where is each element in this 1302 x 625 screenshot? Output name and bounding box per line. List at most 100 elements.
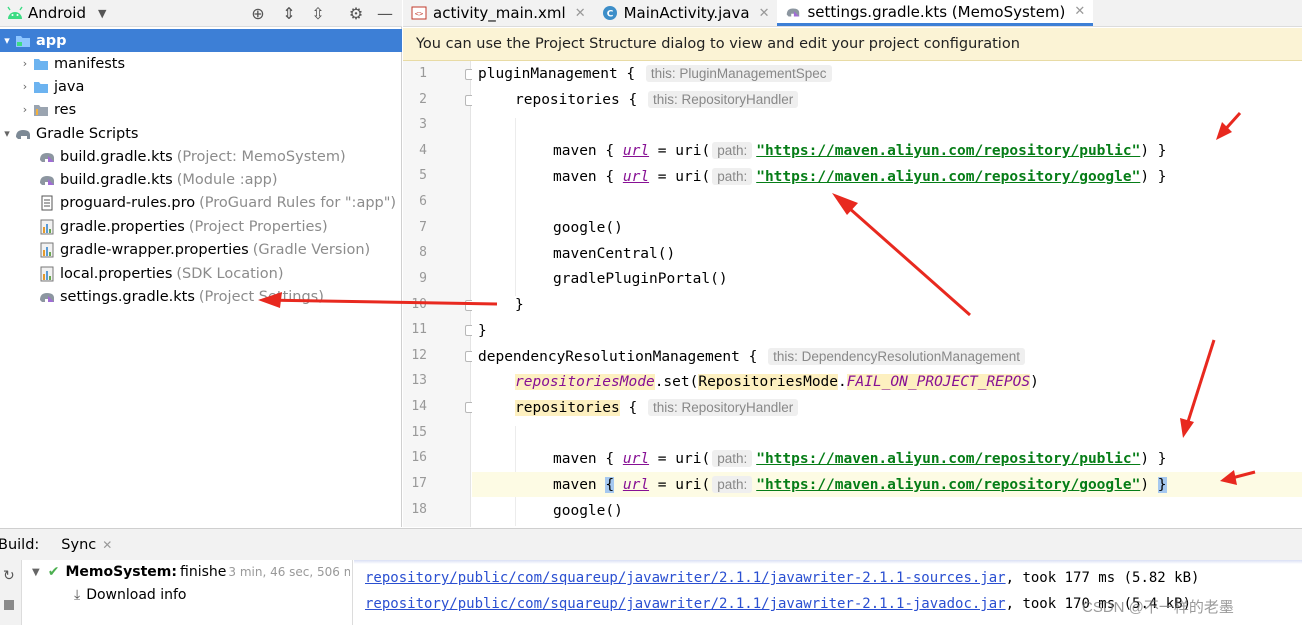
tree-item-label: java xyxy=(54,78,85,95)
code-line-1[interactable]: pluginManagement { this: PluginManagemen… xyxy=(472,61,1302,86)
log-link[interactable]: repository/public/com/squareup/javawrite… xyxy=(365,596,1006,612)
code-line-16[interactable]: maven { url = uri(path: "https://maven.al… xyxy=(472,446,1302,471)
chevron-down-icon[interactable]: ▼ xyxy=(98,7,106,20)
code-token: google() xyxy=(553,219,623,236)
code-line-2[interactable]: repositories { this: RepositoryHandler xyxy=(472,87,1302,112)
tree-item-hint: (Project Properties) xyxy=(188,218,328,235)
chevron-down-icon[interactable]: ▾ xyxy=(0,127,14,140)
tree-item-label: gradle-wrapper.properties xyxy=(60,241,249,258)
tab-activity-main-xml[interactable]: <> activity_main.xml ✕ xyxy=(403,0,594,26)
build-child-row[interactable]: ⤓ Download info xyxy=(74,587,187,603)
xml-file-icon: <> xyxy=(411,5,427,21)
inlay-hint: this: PluginManagementSpec xyxy=(645,65,832,82)
code-line-9[interactable]: gradlePluginPortal() xyxy=(472,266,1302,291)
code-token: uri( xyxy=(675,450,711,467)
line-number: 8 xyxy=(419,245,427,260)
code-line-13[interactable]: repositoriesMode .set(RepositoriesMode. FA… xyxy=(472,369,1302,394)
chevron-down-icon[interactable]: ▾ xyxy=(0,34,14,47)
line-number: 13 xyxy=(411,373,427,388)
code-line-18[interactable]: google() xyxy=(472,498,1302,523)
code-token: url xyxy=(622,142,650,159)
code-token: ) } xyxy=(1140,168,1167,185)
line-number: 12 xyxy=(411,348,427,363)
tree-item-java[interactable]: › java xyxy=(0,75,402,98)
code-token: ) xyxy=(1140,476,1158,493)
tree-item-proguard-rules[interactable]: proguard-rules.pro (ProGuard Rules for "… xyxy=(0,191,402,214)
build-tab-bar: Build: Sync ✕ xyxy=(0,529,1302,560)
line-number: 9 xyxy=(419,271,427,286)
module-folder-icon xyxy=(14,33,32,49)
tree-item-build-gradle-module[interactable]: build.gradle.kts (Module :app) xyxy=(0,168,402,191)
code-token: repositories xyxy=(515,91,620,108)
folder-icon xyxy=(32,79,50,95)
code-token: maven xyxy=(553,450,597,467)
editor-tab-bar: <> activity_main.xml ✕ C MainActivity.ja… xyxy=(403,0,1302,27)
gradle-kts-icon xyxy=(38,289,56,305)
close-icon[interactable]: ✕ xyxy=(1074,4,1085,19)
code-line-4[interactable]: maven { url = uri(path: "https://maven.al… xyxy=(472,138,1302,163)
tree-item-res[interactable]: › res xyxy=(0,98,402,121)
gear-icon[interactable]: ⚙ xyxy=(345,2,367,24)
build-log[interactable]: repository/public/com/squareup/javawrite… xyxy=(354,560,1302,625)
tab-settings-gradle-kts[interactable]: settings.gradle.kts (MemoSystem) ✕ xyxy=(777,0,1094,26)
project-view-selector[interactable]: Android xyxy=(28,4,86,22)
line-number-gutter[interactable]: 1 2 3 4 5 6 7 8 9 10 11 12 13 14 15 16 1… xyxy=(403,61,474,527)
code-token: RepositoriesMode xyxy=(698,373,839,390)
collapse-all-icon[interactable]: ⇳ xyxy=(307,2,329,24)
minimize-icon[interactable]: — xyxy=(374,2,396,24)
code-token: { xyxy=(619,91,646,108)
code-token: gradlePluginPortal() xyxy=(553,270,728,287)
code-token: { xyxy=(605,476,615,493)
chevron-right-icon[interactable]: › xyxy=(18,57,32,70)
code-token: maven xyxy=(553,142,597,159)
code-line-17[interactable]: maven { url = uri(path: "https://maven.al… xyxy=(472,472,1302,497)
tree-item-settings-gradle[interactable]: settings.gradle.kts (Project Settings) xyxy=(0,285,402,308)
tree-item-hint: (Project Settings) xyxy=(198,288,324,305)
code-line-7[interactable]: google() xyxy=(472,215,1302,240)
banner-text: You can use the Project Structure dialog… xyxy=(416,36,1020,52)
tab-sync[interactable]: Sync xyxy=(61,537,96,553)
build-task-row[interactable]: ▼ ✔ MemoSystem: finishe 3 min, 46 sec, 5… xyxy=(32,564,350,580)
tree-item-gradle-properties[interactable]: gradle.properties (Project Properties) xyxy=(0,215,402,238)
log-link[interactable]: repository/public/com/squareup/javawrite… xyxy=(365,570,1006,586)
project-view-header: Android ▼ ⊕ ⇕ ⇳ ⚙ — xyxy=(0,0,402,27)
tree-item-manifests[interactable]: › manifests xyxy=(0,52,402,75)
chevron-right-icon[interactable]: › xyxy=(18,80,32,93)
code-token: = xyxy=(649,450,676,467)
code-editor[interactable]: pluginManagement { this: PluginManagemen… xyxy=(472,61,1302,527)
tree-item-gradle-scripts[interactable]: ▾ Gradle Scripts xyxy=(0,122,402,145)
chevron-down-icon[interactable]: ▼ xyxy=(32,567,40,578)
code-token: repositoriesMode xyxy=(515,373,655,390)
code-line-5[interactable]: maven { url = uri(path: "https://maven.al… xyxy=(472,164,1302,189)
locate-target-icon[interactable]: ⊕ xyxy=(247,2,269,24)
code-line-8[interactable]: mavenCentral() xyxy=(472,241,1302,266)
code-line-10[interactable]: } xyxy=(472,292,1302,317)
tree-item-build-gradle-project[interactable]: build.gradle.kts (Project: MemoSystem) xyxy=(0,145,402,168)
close-icon[interactable]: ✕ xyxy=(759,6,770,21)
tree-item-local-properties[interactable]: local.properties (SDK Location) xyxy=(0,262,402,285)
task-name: MemoSystem: xyxy=(65,564,177,580)
tree-item-app[interactable]: ▾ app xyxy=(0,29,402,52)
tree-item-label: manifests xyxy=(54,55,126,72)
tree-item-label: res xyxy=(54,101,77,118)
tree-item-label: Gradle Scripts xyxy=(36,125,139,142)
stop-icon[interactable] xyxy=(4,600,14,610)
code-line-12[interactable]: dependencyResolutionManagement { this: D… xyxy=(472,344,1302,369)
project-tool-window: Android ▼ ⊕ ⇕ ⇳ ⚙ — ▾ app › manifests › … xyxy=(0,0,402,527)
download-icon: ⤓ xyxy=(74,587,81,603)
refresh-icon[interactable]: ↻ xyxy=(3,568,15,584)
code-line-14[interactable]: repositories { this: RepositoryHandler xyxy=(472,395,1302,420)
code-token: ) } xyxy=(1140,142,1167,159)
code-line-11[interactable]: } xyxy=(472,318,1302,343)
tab-main-activity-java[interactable]: C MainActivity.java ✕ xyxy=(594,0,778,26)
res-folder-icon xyxy=(32,102,50,118)
close-icon[interactable]: ✕ xyxy=(102,538,112,552)
tree-item-gradle-wrapper-properties[interactable]: gradle-wrapper.properties (Gradle Versio… xyxy=(0,238,402,261)
folder-icon xyxy=(32,56,50,72)
close-icon[interactable]: ✕ xyxy=(575,6,586,21)
expand-all-icon[interactable]: ⇕ xyxy=(278,2,300,24)
tree-item-label: settings.gradle.kts xyxy=(60,288,195,305)
task-time: 3 min, 46 sec, 506 ms xyxy=(228,565,350,579)
chevron-right-icon[interactable]: › xyxy=(18,103,32,116)
